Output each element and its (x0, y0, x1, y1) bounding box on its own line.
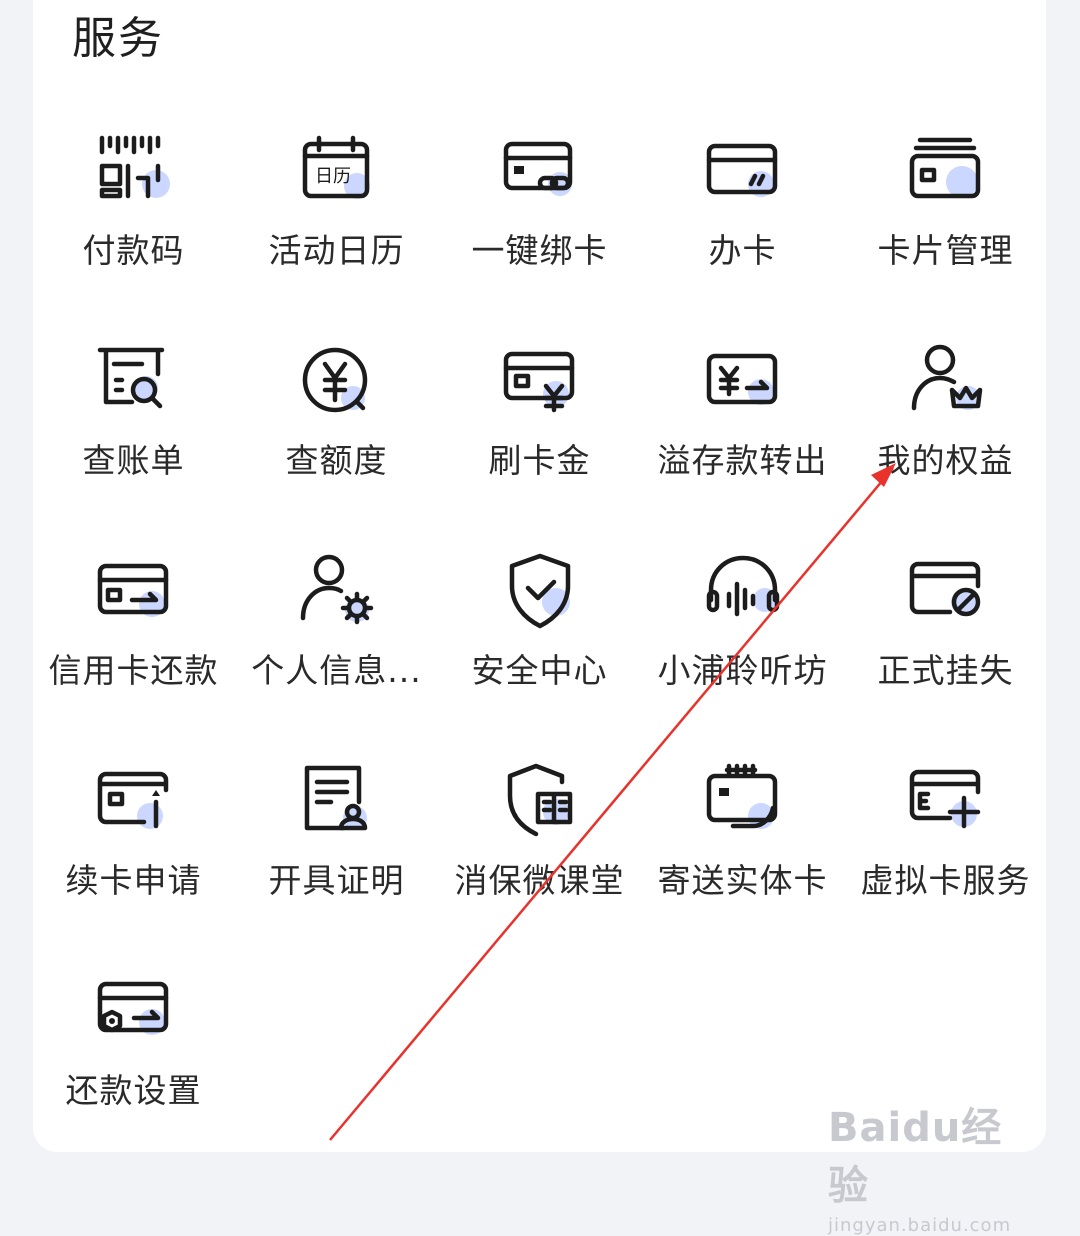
service-my-benefits[interactable]: 我的权益 (844, 342, 1047, 502)
service-card-manage[interactable]: 卡片管理 (844, 132, 1047, 292)
svg-text:日历: 日历 (315, 166, 351, 187)
credit-limit-icon (302, 347, 367, 413)
item-label: 寄送实体卡 (657, 861, 828, 900)
service-personal-info[interactable]: 个人信息... (235, 552, 438, 712)
service-cashback[interactable]: 刷卡金 (438, 342, 641, 502)
watermark-logo: Baidu经验 (828, 1105, 1003, 1209)
item-label: 卡片管理 (877, 231, 1014, 270)
item-label: 办卡 (708, 231, 777, 270)
item-label: 开具证明 (268, 861, 405, 900)
item-label: 查账单 (82, 441, 185, 480)
certificate-icon (304, 765, 367, 831)
item-label: 续卡申请 (65, 861, 202, 900)
service-listening[interactable]: 小浦聆听坊 (641, 552, 844, 712)
item-label: 我的权益 (877, 441, 1014, 480)
item-label: 还款设置 (65, 1071, 202, 1110)
apply-card-icon (706, 143, 777, 197)
service-pay-code[interactable]: 付款码 (32, 132, 235, 292)
member-benefits-icon (911, 344, 982, 411)
consumer-class-icon (507, 763, 572, 837)
item-label: 安全中心 (471, 651, 608, 690)
service-bind-card[interactable]: 一键绑卡 (438, 132, 641, 292)
service-overpayment[interactable]: 溢存款转出 (641, 342, 844, 502)
service-virtual-card[interactable]: 虚拟卡服务 (844, 762, 1047, 922)
headphones-icon (706, 555, 779, 617)
service-calendar[interactable]: 日历 活动日历 (235, 132, 438, 292)
item-label: 查额度 (285, 441, 388, 480)
service-check-bill[interactable]: 查账单 (32, 342, 235, 502)
item-label: 个人信息... (251, 651, 422, 690)
shield-check-icon (509, 553, 570, 629)
mail-card-icon (706, 763, 777, 829)
service-report-loss[interactable]: 正式挂失 (844, 552, 1047, 712)
item-label: 活动日历 (268, 231, 405, 270)
service-renew-card[interactable]: 续卡申请 (32, 762, 235, 922)
service-mail-card[interactable]: 寄送实体卡 (641, 762, 844, 922)
repay-settings-icon (97, 981, 168, 1035)
service-apply-card[interactable]: 办卡 (641, 132, 844, 292)
virtual-card-icon (909, 769, 980, 829)
barcode-pay-icon (99, 135, 170, 199)
item-label: 信用卡还款 (48, 651, 219, 690)
personal-info-icon (300, 554, 373, 625)
item-label: 正式挂失 (877, 651, 1014, 690)
card-cashback-icon (503, 351, 574, 413)
service-security-center[interactable]: 安全中心 (438, 552, 641, 712)
watermark-url: jingyan.baidu.com (828, 1215, 1012, 1236)
item-label: 付款码 (82, 231, 185, 270)
card-repay-icon (97, 563, 168, 617)
watermark: Baidu经验 jingyan.baidu.com (828, 1095, 1028, 1236)
item-label: 刷卡金 (488, 441, 591, 480)
overpayment-transfer-icon (706, 353, 777, 405)
card-manage-icon (909, 137, 980, 199)
renew-card-icon (97, 771, 168, 829)
calendar-icon: 日历 (302, 135, 370, 199)
item-label: 溢存款转出 (657, 441, 828, 480)
section-title: 服务 (72, 13, 164, 64)
item-label: 消保微课堂 (454, 861, 625, 900)
item-label: 一键绑卡 (471, 231, 608, 270)
service-certificate[interactable]: 开具证明 (235, 762, 438, 922)
service-consumer-class[interactable]: 消保微课堂 (438, 762, 641, 922)
item-label: 虚拟卡服务 (860, 861, 1031, 900)
service-check-limit[interactable]: 查额度 (235, 342, 438, 502)
report-loss-icon (909, 561, 980, 617)
bill-search-icon (97, 347, 164, 409)
service-repayment[interactable]: 信用卡还款 (32, 552, 235, 712)
item-label: 小浦聆听坊 (657, 651, 828, 690)
bind-card-icon (503, 141, 572, 196)
service-repay-settings[interactable]: 还款设置 (32, 972, 235, 1132)
